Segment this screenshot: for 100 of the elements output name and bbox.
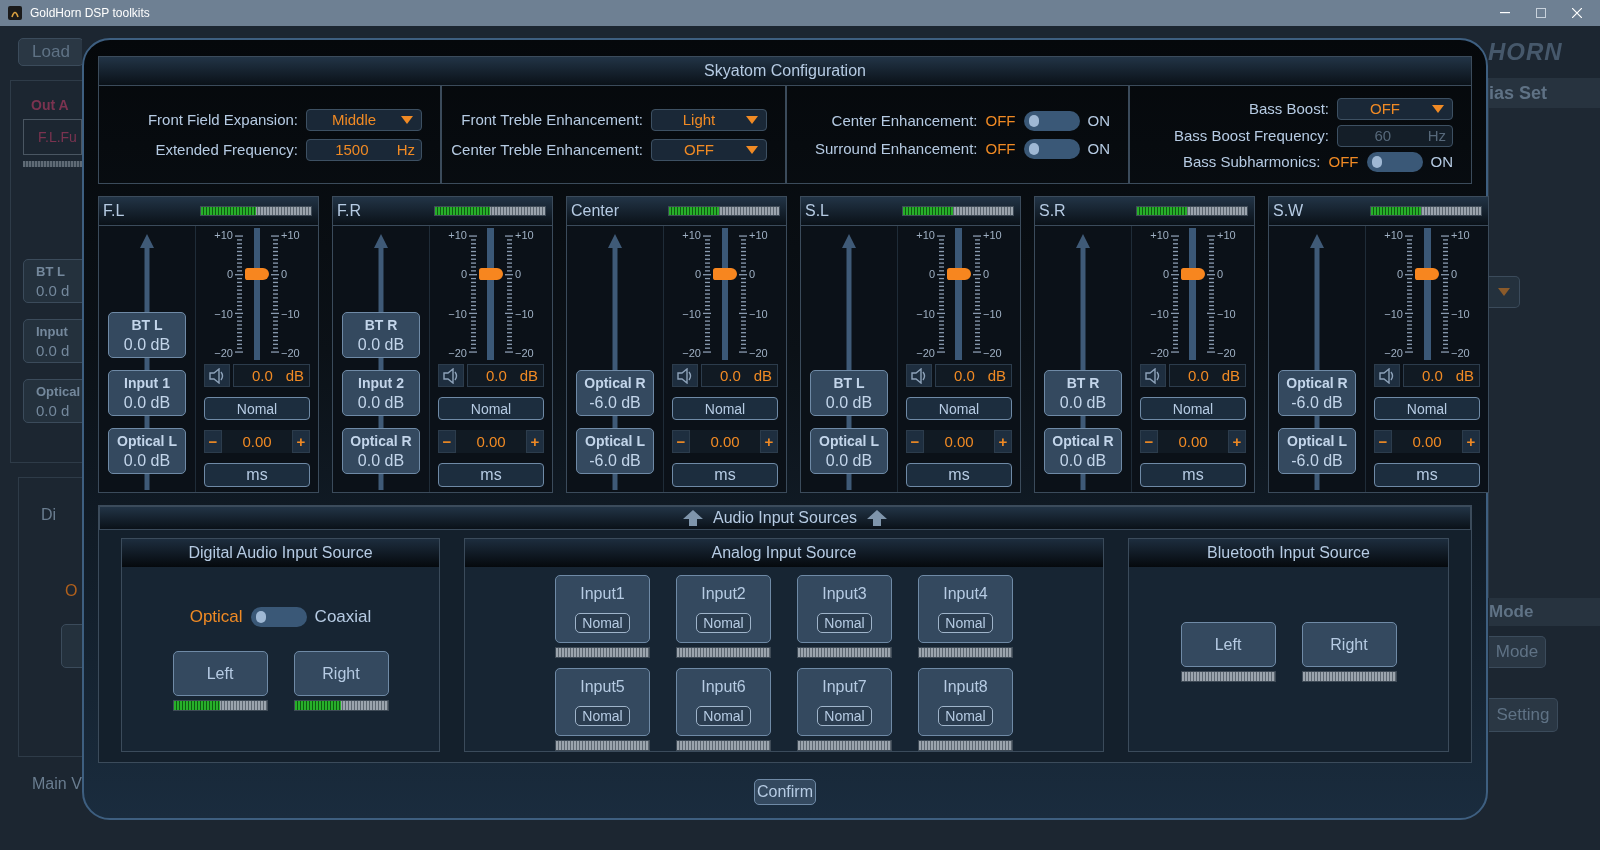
mode-button[interactable]: Nomal bbox=[438, 397, 544, 420]
unit-button[interactable]: ms bbox=[1140, 463, 1246, 487]
mode-button[interactable]: Nomal bbox=[672, 397, 778, 420]
source-button[interactable]: Input 1 0.0 dB bbox=[108, 370, 186, 416]
toggle-switch[interactable] bbox=[1023, 138, 1080, 159]
gain-field[interactable]: 0.0 dB bbox=[467, 364, 544, 387]
close-icon[interactable] bbox=[1572, 8, 1582, 18]
input-button[interactable]: Input1 Nomal bbox=[555, 575, 650, 643]
maximize-icon[interactable] bbox=[1536, 8, 1546, 18]
source-button[interactable]: Optical L 0.0 dB bbox=[810, 428, 888, 474]
unit-button[interactable]: ms bbox=[1374, 463, 1480, 487]
input-button[interactable]: Input8 Nomal bbox=[918, 668, 1013, 736]
gain-field[interactable]: 0.0 dB bbox=[935, 364, 1012, 387]
source-button[interactable]: Optical L 0.0 dB bbox=[108, 428, 186, 474]
source-button[interactable]: BT L 0.0 d bbox=[23, 259, 82, 303]
gain-field[interactable]: 0.0 dB bbox=[1169, 364, 1246, 387]
source-button[interactable]: Optical L -6.0 dB bbox=[576, 428, 654, 474]
scale-label: +10 bbox=[1451, 229, 1471, 241]
scale-label: −10 bbox=[213, 307, 233, 320]
speaker-icon[interactable] bbox=[1374, 364, 1400, 387]
toggle-switch[interactable] bbox=[1023, 110, 1080, 131]
minus-button[interactable]: − bbox=[906, 430, 924, 453]
channel-button[interactable]: Right bbox=[1301, 622, 1397, 667]
minimize-icon[interactable] bbox=[1500, 12, 1510, 14]
speaker-icon[interactable] bbox=[906, 364, 932, 387]
minus-button[interactable]: − bbox=[672, 430, 690, 453]
scale-label: +10 bbox=[515, 229, 535, 241]
speaker-icon[interactable] bbox=[1140, 364, 1166, 387]
fader-thumb[interactable] bbox=[1415, 267, 1439, 280]
source-button[interactable]: BT L 0.0 dB bbox=[108, 312, 186, 358]
fader-thumb[interactable] bbox=[1181, 267, 1205, 280]
panel-title: Digital Audio Input Source bbox=[188, 544, 373, 562]
fader-thumb[interactable] bbox=[479, 267, 503, 280]
minus-button[interactable]: − bbox=[204, 430, 222, 453]
plus-button[interactable]: + bbox=[292, 430, 310, 453]
speaker-icon[interactable] bbox=[438, 364, 464, 387]
source-button[interactable]: Input 0.0 d bbox=[23, 319, 82, 363]
dropdown[interactable]: Middle bbox=[306, 108, 422, 131]
delay-value: 0.00 bbox=[1411, 432, 1443, 452]
section-title: Audio Input Sources bbox=[712, 509, 858, 527]
scale-label: −20 bbox=[681, 347, 701, 359]
minus-button[interactable]: − bbox=[1374, 430, 1392, 453]
input-button[interactable]: Input7 Nomal bbox=[797, 668, 892, 736]
dropdown[interactable]: OFF bbox=[651, 138, 767, 161]
source-button[interactable]: Optical L -6.0 dB bbox=[1278, 428, 1356, 474]
source-button[interactable]: Optical 0.0 d bbox=[23, 379, 82, 423]
unit-button[interactable]: ms bbox=[906, 463, 1012, 487]
channel-button[interactable]: Left bbox=[1180, 622, 1276, 667]
gain-field[interactable]: 0.0 dB bbox=[233, 364, 310, 387]
plus-button[interactable]: + bbox=[526, 430, 544, 453]
fader-thumb[interactable] bbox=[245, 267, 269, 280]
source-button[interactable]: BT R 0.0 dB bbox=[1044, 370, 1122, 416]
unit-button[interactable]: ms bbox=[204, 463, 310, 487]
scale-label: −10 bbox=[749, 307, 769, 320]
input-button[interactable]: Input4 Nomal bbox=[918, 575, 1013, 643]
mode-button[interactable]: Nomal bbox=[906, 397, 1012, 420]
number-field[interactable]: 1500 Hz bbox=[306, 138, 422, 161]
confirm-button[interactable]: Confirm bbox=[754, 779, 816, 805]
channel-button[interactable]: Right bbox=[293, 651, 389, 696]
fader-thumb[interactable] bbox=[947, 267, 971, 280]
input-button[interactable]: Input5 Nomal bbox=[555, 668, 650, 736]
source-button[interactable]: Optical R 0.0 dB bbox=[1044, 428, 1122, 474]
channel-button[interactable]: Left bbox=[172, 651, 268, 696]
mode-tag: Nomal bbox=[696, 706, 751, 726]
source-button[interactable]: BT L 0.0 dB bbox=[810, 370, 888, 416]
plus-button[interactable]: + bbox=[760, 430, 778, 453]
mode-button[interactable]: Nomal bbox=[1374, 397, 1480, 420]
gain-field[interactable]: 0.0 dB bbox=[1403, 364, 1480, 387]
source-button[interactable]: BT R 0.0 dB bbox=[342, 312, 420, 358]
source-button[interactable]: Optical R 0.0 dB bbox=[342, 428, 420, 474]
channel-name: F.L bbox=[103, 202, 125, 220]
speaker-icon[interactable] bbox=[672, 364, 698, 387]
dropdown[interactable]: Light bbox=[651, 108, 767, 131]
minus-button[interactable]: − bbox=[1140, 430, 1158, 453]
unit-button[interactable]: ms bbox=[672, 463, 778, 487]
minus-button[interactable]: − bbox=[438, 430, 456, 453]
mode-tag: Nomal bbox=[817, 613, 872, 633]
toggle-switch[interactable] bbox=[1366, 151, 1423, 172]
mode-button[interactable]: Nomal bbox=[1140, 397, 1246, 420]
plus-button[interactable]: + bbox=[1462, 430, 1480, 453]
fader-thumb[interactable] bbox=[713, 267, 737, 280]
input-button[interactable]: Input3 Nomal bbox=[797, 575, 892, 643]
input-button[interactable]: Input2 Nomal bbox=[676, 575, 771, 643]
plus-button[interactable]: + bbox=[994, 430, 1012, 453]
setting-label: Bass Subharmonics: bbox=[1182, 153, 1321, 170]
setting-label: Front Field Expansion: bbox=[147, 111, 298, 128]
input-button[interactable]: Input6 Nomal bbox=[676, 668, 771, 736]
speaker-icon[interactable] bbox=[204, 364, 230, 387]
plus-button[interactable]: + bbox=[1228, 430, 1246, 453]
toggle-switch[interactable] bbox=[250, 607, 307, 627]
panel-title: Analog Input Source bbox=[711, 544, 857, 562]
unit-button[interactable]: ms bbox=[438, 463, 544, 487]
dropdown[interactable]: OFF bbox=[1337, 97, 1453, 120]
logo: HORN bbox=[1488, 38, 1564, 66]
gain-field[interactable]: 0.0 dB bbox=[701, 364, 778, 387]
source-button[interactable]: Optical R -6.0 dB bbox=[1278, 370, 1356, 416]
source-button[interactable]: Optical R -6.0 dB bbox=[576, 370, 654, 416]
setting-label: Center Treble Enhancement: bbox=[451, 141, 643, 158]
mode-button[interactable]: Nomal bbox=[204, 397, 310, 420]
source-button[interactable]: Input 2 0.0 dB bbox=[342, 370, 420, 416]
